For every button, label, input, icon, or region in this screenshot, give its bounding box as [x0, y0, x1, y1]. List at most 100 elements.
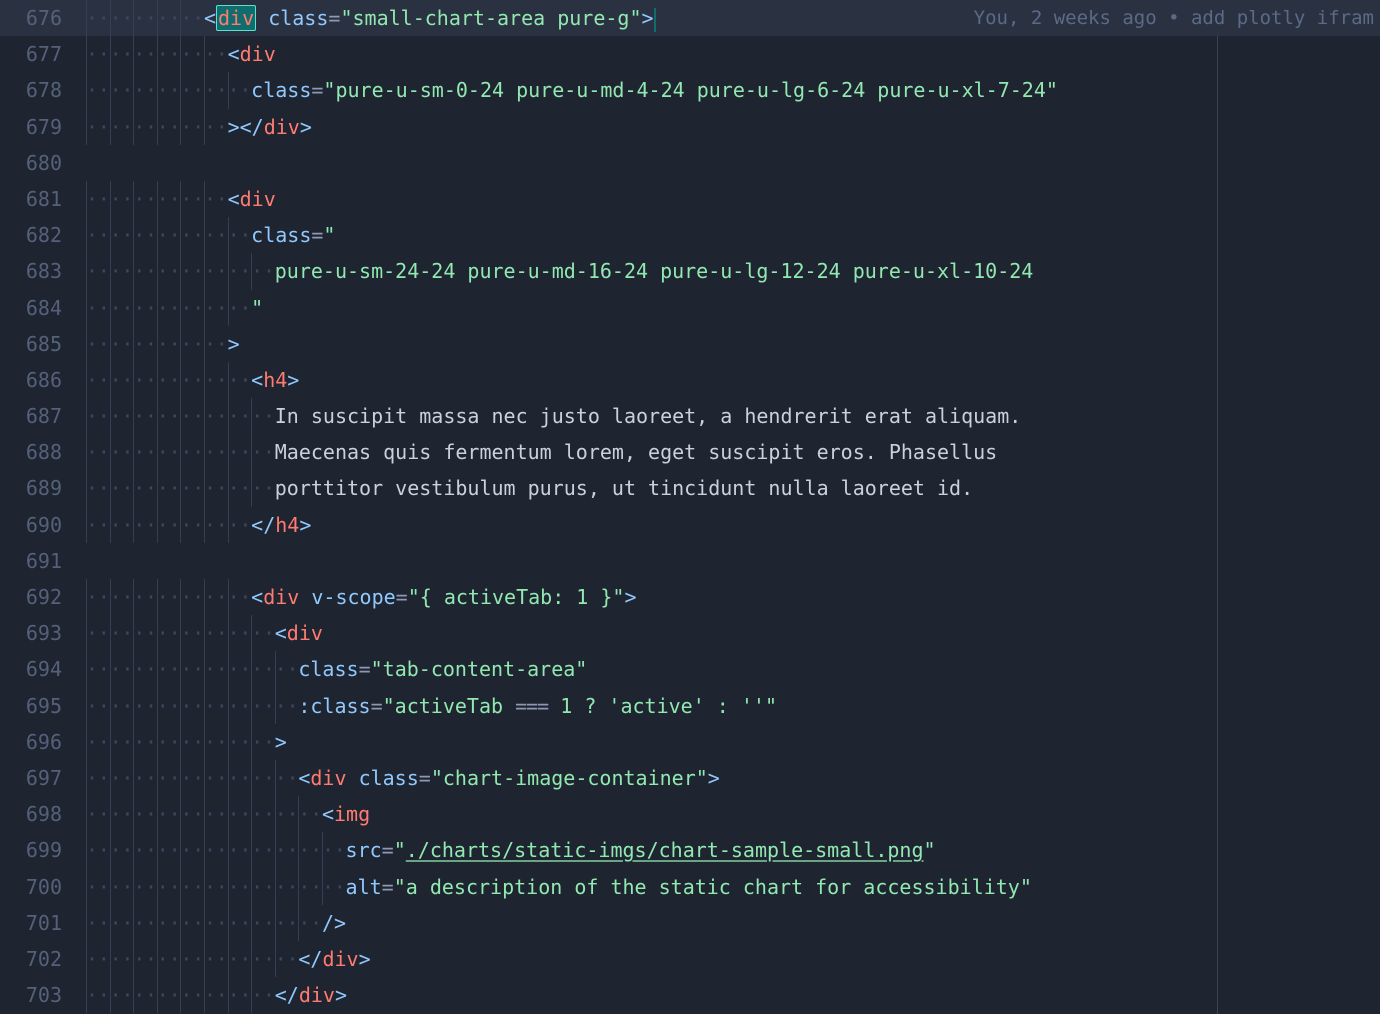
code-content[interactable]: src="./charts/static-imgs/chart-sample-s…: [346, 832, 1380, 868]
indent-guides: [86, 832, 346, 868]
line-number[interactable]: 679: [0, 109, 86, 145]
line-number[interactable]: 691: [0, 543, 86, 579]
code-content[interactable]: porttitor vestibulum purus, ut tincidunt…: [275, 470, 1380, 506]
code-content[interactable]: class=": [251, 217, 1380, 253]
code-line[interactable]: 688 Maecenas quis fermentum lorem, eget s…: [0, 434, 1380, 470]
code-line[interactable]: 698 <img: [0, 796, 1380, 832]
line-number[interactable]: 703: [0, 977, 86, 1013]
code-content[interactable]: <div: [228, 181, 1380, 217]
line-number[interactable]: 697: [0, 760, 86, 796]
indent-guides: [86, 651, 298, 687]
indent-guides: [86, 362, 251, 398]
code-line[interactable]: 682 class=": [0, 217, 1380, 253]
line-number[interactable]: 683: [0, 253, 86, 289]
code-line[interactable]: 693 <div: [0, 615, 1380, 651]
line-number[interactable]: 676: [0, 0, 86, 36]
code-content[interactable]: <img: [322, 796, 1380, 832]
code-content[interactable]: alt="a description of the static chart f…: [346, 869, 1380, 905]
line-number[interactable]: 701: [0, 905, 86, 941]
code-content[interactable]: <div v-scope="{ activeTab: 1 }">: [251, 579, 1380, 615]
code-content[interactable]: pure-u-sm-24-24 pure-u-md-16-24 pure-u-l…: [275, 253, 1380, 289]
line-number[interactable]: 700: [0, 869, 86, 905]
code-line[interactable]: 696 >: [0, 724, 1380, 760]
code-content[interactable]: <div: [275, 615, 1380, 651]
code-content[interactable]: />: [322, 905, 1380, 941]
indent-guides: [86, 470, 275, 506]
code-content[interactable]: class="tab-content-area": [298, 651, 1380, 687]
code-content[interactable]: <h4>: [251, 362, 1380, 398]
line-number[interactable]: 699: [0, 832, 86, 868]
code-line[interactable]: 703 </div>: [0, 977, 1380, 1013]
code-line[interactable]: 689 porttitor vestibulum purus, ut tincid…: [0, 470, 1380, 506]
indent-guides: [86, 905, 322, 941]
line-number[interactable]: 680: [0, 145, 86, 181]
line-number[interactable]: 690: [0, 507, 86, 543]
code-content[interactable]: </div>: [298, 941, 1380, 977]
code-line[interactable]: 681 <div: [0, 181, 1380, 217]
line-number[interactable]: 682: [0, 217, 86, 253]
code-content[interactable]: >: [275, 724, 1380, 760]
indent-guides: [86, 36, 228, 72]
line-number[interactable]: 702: [0, 941, 86, 977]
indent-guides: [86, 434, 275, 470]
code-line[interactable]: 685 >: [0, 326, 1380, 362]
line-number[interactable]: 687: [0, 398, 86, 434]
code-line[interactable]: 701 />: [0, 905, 1380, 941]
line-number[interactable]: 694: [0, 651, 86, 687]
code-line[interactable]: 686 <h4>: [0, 362, 1380, 398]
indent-guides: [86, 796, 322, 832]
code-content[interactable]: class="pure-u-sm-0-24 pure-u-md-4-24 pur…: [251, 72, 1380, 108]
indent-guides: [86, 615, 275, 651]
code-line[interactable]: 678 class="pure-u-sm-0-24 pure-u-md-4-24 …: [0, 72, 1380, 108]
code-line[interactable]: 699 src="./charts/static-imgs/chart-sampl…: [0, 832, 1380, 868]
line-number[interactable]: 695: [0, 688, 86, 724]
code-line[interactable]: 694 class="tab-content-area": [0, 651, 1380, 687]
code-line[interactable]: 680: [0, 145, 1380, 181]
code-line[interactable]: 697 <div class="chart-image-container">: [0, 760, 1380, 796]
line-number[interactable]: 678: [0, 72, 86, 108]
code-content[interactable]: [86, 543, 1380, 579]
indent-guides: [86, 941, 298, 977]
line-number[interactable]: 677: [0, 36, 86, 72]
code-content[interactable]: >: [228, 326, 1380, 362]
line-number[interactable]: 685: [0, 326, 86, 362]
line-number[interactable]: 698: [0, 796, 86, 832]
git-blame-annotation[interactable]: You, 2 weeks ago • add plotly ifram: [974, 0, 1374, 36]
code-content[interactable]: Maecenas quis fermentum lorem, eget susc…: [275, 434, 1380, 470]
code-line[interactable]: 687 In suscipit massa nec justo laoreet, …: [0, 398, 1380, 434]
code-line[interactable]: 684 ": [0, 290, 1380, 326]
code-line[interactable]: 700 alt="a description of the static char…: [0, 869, 1380, 905]
indent-guides: [86, 977, 275, 1013]
code-content[interactable]: </h4>: [251, 507, 1380, 543]
code-content[interactable]: :class="activeTab === 1 ? 'active' : ''": [298, 688, 1380, 724]
line-number[interactable]: 696: [0, 724, 86, 760]
indent-guides: [86, 217, 251, 253]
line-number[interactable]: 684: [0, 290, 86, 326]
line-number[interactable]: 688: [0, 434, 86, 470]
code-line[interactable]: 695 :class="activeTab === 1 ? 'active' : …: [0, 688, 1380, 724]
code-content[interactable]: ></div>: [228, 109, 1380, 145]
code-line[interactable]: 692 <div v-scope="{ activeTab: 1 }">: [0, 579, 1380, 615]
line-number[interactable]: 693: [0, 615, 86, 651]
code-line[interactable]: 679 ></div>: [0, 109, 1380, 145]
line-number[interactable]: 692: [0, 579, 86, 615]
line-number[interactable]: 681: [0, 181, 86, 217]
indent-guides: [86, 326, 228, 362]
code-line[interactable]: 690 </h4>: [0, 507, 1380, 543]
code-line[interactable]: 677 <div: [0, 36, 1380, 72]
matching-tag-highlight: div: [216, 5, 256, 31]
line-number[interactable]: 689: [0, 470, 86, 506]
code-content[interactable]: [86, 145, 1380, 181]
indent-guides: [86, 0, 204, 36]
code-content[interactable]: </div>: [275, 977, 1380, 1013]
code-editor[interactable]: 676<div class="small-chart-area pure-g">…: [0, 0, 1380, 1014]
code-content[interactable]: <div class="chart-image-container">: [298, 760, 1380, 796]
code-line[interactable]: 683 pure-u-sm-24-24 pure-u-md-16-24 pure-…: [0, 253, 1380, 289]
code-content[interactable]: In suscipit massa nec justo laoreet, a h…: [275, 398, 1380, 434]
code-content[interactable]: ": [251, 290, 1380, 326]
code-content[interactable]: <div: [228, 36, 1380, 72]
indent-guides: [86, 290, 251, 326]
code-line[interactable]: 691: [0, 543, 1380, 579]
line-number[interactable]: 686: [0, 362, 86, 398]
code-line[interactable]: 702 </div>: [0, 941, 1380, 977]
